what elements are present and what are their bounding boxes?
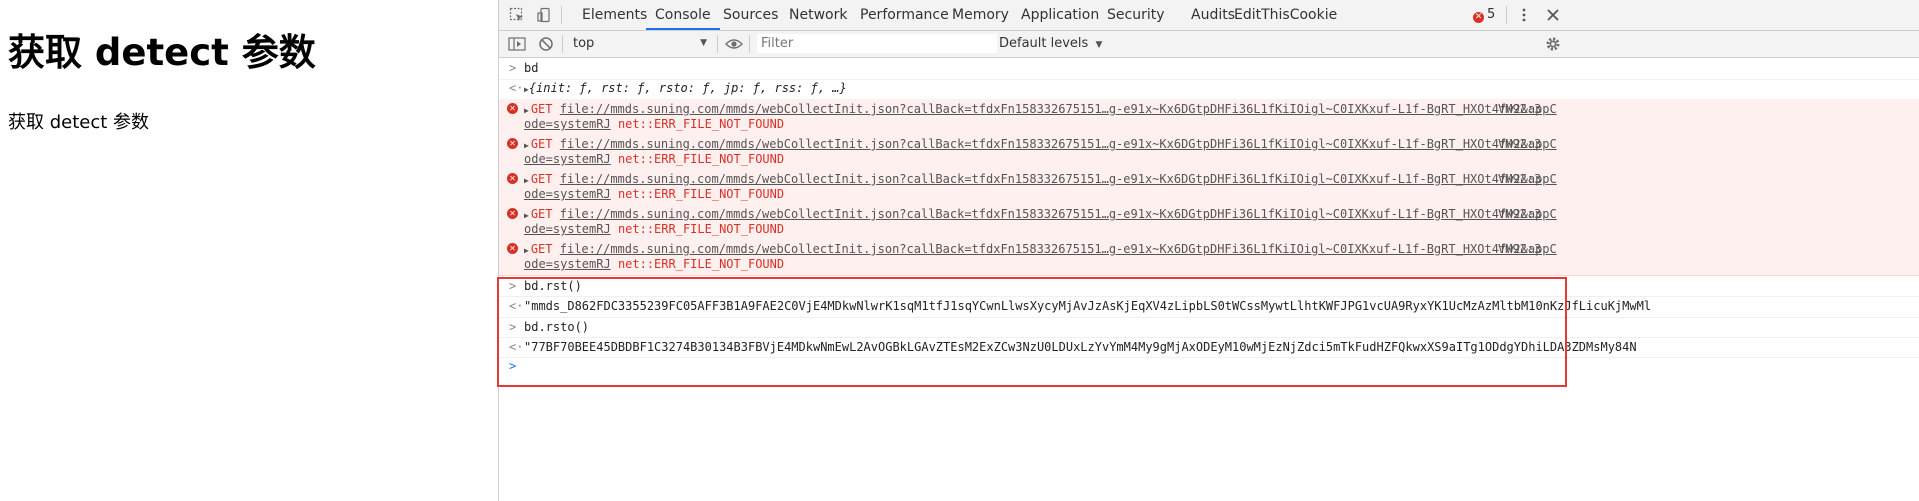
request-url-continued[interactable]: ode=systemRJ <box>524 222 611 236</box>
request-url[interactable]: file://mmds.suning.com/mmds/webCollectIn… <box>560 172 1557 186</box>
request-method: GET <box>530 102 553 116</box>
expand-triangle-icon[interactable]: ▶ <box>524 106 529 115</box>
source-link[interactable]: VM92:3 <box>1498 137 1541 151</box>
error-row[interactable]: ✕ ▶ GET file://mmds.suning.com/mmds/webCo… <box>499 204 1919 240</box>
error-message: net::ERR_FILE_NOT_FOUND <box>617 187 785 201</box>
devtools-panel: Elements Console Sources Network Perform… <box>498 0 1919 501</box>
filterbar-divider-3 <box>749 35 750 53</box>
request-url[interactable]: file://mmds.suning.com/mmds/webCollectIn… <box>560 207 1557 221</box>
request-url-continued[interactable]: ode=systemRJ <box>524 257 611 271</box>
tab-memory[interactable]: Memory <box>943 0 1018 30</box>
console-filterbar: top ▼ Default levels ▼ <box>499 31 1919 58</box>
source-link[interactable]: VM92:3 <box>1498 242 1541 256</box>
tab-elements[interactable]: Elements <box>573 0 656 30</box>
error-count-label: 5 <box>1487 7 1496 22</box>
request-method: GET <box>530 242 553 256</box>
error-message: net::ERR_FILE_NOT_FOUND <box>617 117 785 131</box>
live-expression-eye-icon[interactable] <box>724 34 744 54</box>
device-toolbar-icon[interactable] <box>534 5 554 25</box>
console-settings-gear-icon[interactable] <box>1543 34 1563 54</box>
clear-console-icon[interactable] <box>536 34 556 54</box>
error-counter[interactable]: ✕ 5 <box>1473 0 1495 30</box>
close-icon[interactable] <box>1543 5 1563 25</box>
filter-input[interactable] <box>757 34 997 53</box>
chevron-down-icon: ▼ <box>1095 40 1103 50</box>
prompt-chevron-icon: > <box>509 61 517 75</box>
error-icon: ✕ <box>507 173 518 184</box>
inspect-element-icon[interactable] <box>507 5 527 25</box>
expand-triangle-icon[interactable]: ▶ <box>524 246 529 255</box>
error-icon: ✕ <box>1473 12 1484 23</box>
expand-triangle-icon[interactable]: ▶ <box>524 211 529 220</box>
devtools-tabbar: Elements Console Sources Network Perform… <box>499 0 1919 31</box>
error-row[interactable]: ✕ ▶ GET file://mmds.suning.com/mmds/webCo… <box>499 169 1919 205</box>
expand-triangle-icon[interactable]: ▶ <box>524 141 529 150</box>
context-select[interactable]: top ▼ <box>573 34 713 53</box>
filterbar-divider <box>562 35 563 53</box>
expand-triangle-icon[interactable]: ▶ <box>524 176 529 185</box>
error-message: net::ERR_FILE_NOT_FOUND <box>617 257 785 271</box>
tab-sources[interactable]: Sources <box>714 0 787 30</box>
error-row[interactable]: ✕ ▶ GET file://mmds.suning.com/mmds/webCo… <box>499 239 1919 276</box>
source-link[interactable]: VM92:3 <box>1498 172 1541 186</box>
highlight-annotation-box <box>497 277 1567 387</box>
tab-performance[interactable]: Performance <box>851 0 958 30</box>
error-row[interactable]: ✕ ▶ GET file://mmds.suning.com/mmds/webCo… <box>499 99 1919 135</box>
request-method: GET <box>530 137 553 151</box>
source-link[interactable]: VM92:3 <box>1498 102 1541 116</box>
request-url[interactable]: file://mmds.suning.com/mmds/webCollectIn… <box>560 242 1557 256</box>
error-row[interactable]: ✕ ▶ GET file://mmds.suning.com/mmds/webCo… <box>499 134 1919 170</box>
page-paragraph: 获取 detect 参数 <box>8 112 150 133</box>
chevron-down-icon: ▼ <box>700 38 707 48</box>
object-preview[interactable]: ▶{init: ƒ, rst: ƒ, rsto: ƒ, jp: ƒ, rss: … <box>524 81 847 95</box>
log-levels-dropdown[interactable]: Default levels ▼ <box>999 34 1102 53</box>
page-content: 获取 detect 参数 获取 detect 参数 <box>0 0 498 501</box>
sidebar-toggle-icon[interactable] <box>507 34 527 54</box>
tab-application[interactable]: Application <box>1012 0 1108 30</box>
tabbar-divider-right <box>1506 6 1507 24</box>
more-options-icon[interactable] <box>1514 5 1534 25</box>
page-heading: 获取 detect 参数 <box>8 31 316 74</box>
request-method: GET <box>530 207 553 221</box>
tab-editthiscookie[interactable]: EditThisCookie <box>1225 0 1346 30</box>
error-icon: ✕ <box>507 243 518 254</box>
error-icon: ✕ <box>507 103 518 114</box>
tabbar-divider <box>561 6 562 24</box>
console-input-row: > bd <box>499 58 1919 80</box>
tab-network[interactable]: Network <box>780 0 856 30</box>
console-command: bd <box>524 61 539 75</box>
log-levels-label: Default levels <box>999 36 1089 51</box>
filterbar-divider-2 <box>717 35 718 53</box>
result-arrow-icon: <· <box>509 81 524 95</box>
object-preview-text: {init: ƒ, rst: ƒ, rsto: ƒ, jp: ƒ, rss: ƒ… <box>528 81 847 95</box>
request-method: GET <box>530 172 553 186</box>
request-url[interactable]: file://mmds.suning.com/mmds/webCollectIn… <box>560 137 1557 151</box>
error-message: net::ERR_FILE_NOT_FOUND <box>617 222 785 236</box>
request-url-continued[interactable]: ode=systemRJ <box>524 152 611 166</box>
context-select-value: top <box>573 36 595 51</box>
error-icon: ✕ <box>507 208 518 219</box>
request-url-continued[interactable]: ode=systemRJ <box>524 117 611 131</box>
source-link[interactable]: VM92:3 <box>1498 207 1541 221</box>
tab-console[interactable]: Console <box>646 0 720 30</box>
request-url-continued[interactable]: ode=systemRJ <box>524 187 611 201</box>
error-message: net::ERR_FILE_NOT_FOUND <box>617 152 785 166</box>
console-result-row[interactable]: <· ▶{init: ƒ, rst: ƒ, rsto: ƒ, jp: ƒ, rs… <box>499 79 1919 100</box>
request-url[interactable]: file://mmds.suning.com/mmds/webCollectIn… <box>560 102 1557 116</box>
error-icon: ✕ <box>507 138 518 149</box>
tab-security[interactable]: Security <box>1098 0 1174 30</box>
